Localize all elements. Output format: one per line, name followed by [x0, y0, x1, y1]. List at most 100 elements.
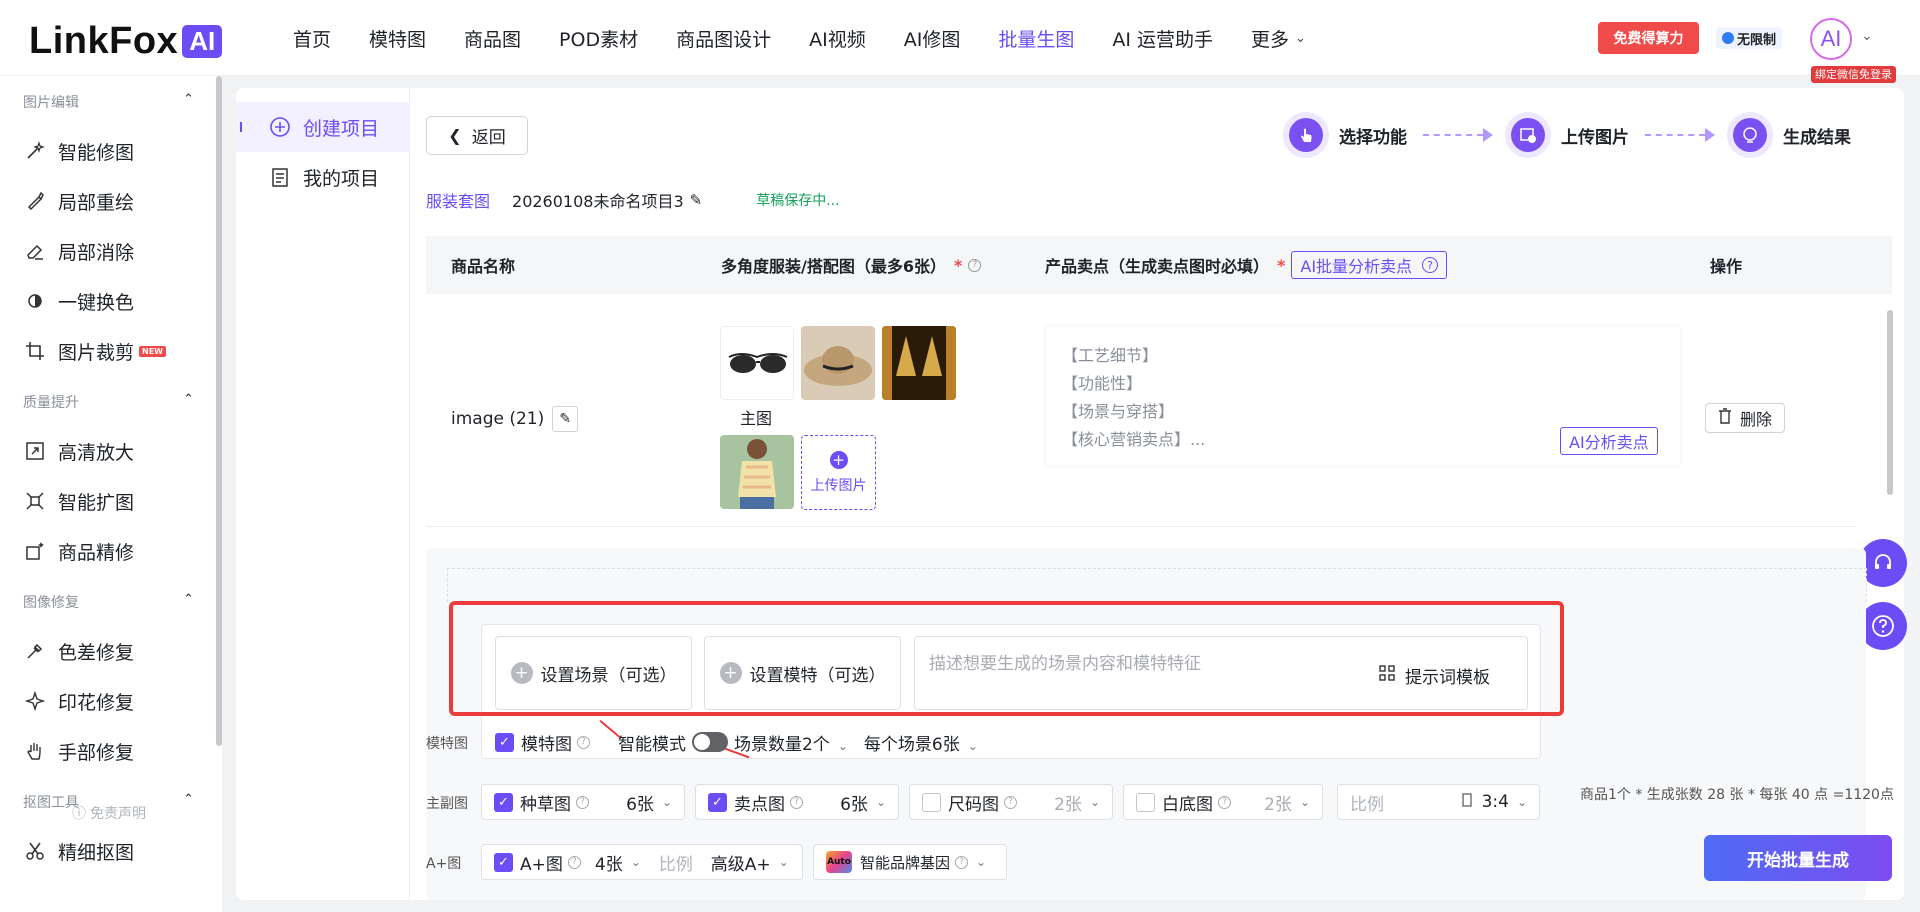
aplus-level: 高级A+ [710, 854, 771, 875]
help-button[interactable] [1859, 602, 1907, 650]
white-bg-option[interactable]: 白底图? 2张 ⌄ [1123, 784, 1323, 820]
white-bg-checkbox[interactable] [1136, 792, 1155, 812]
start-batch-generate-button[interactable]: 开始批量生成 [1704, 835, 1892, 881]
sidebar-item-recolor[interactable]: 一键换色 [24, 286, 134, 316]
nav-home[interactable]: 首页 [293, 25, 331, 52]
chevron-up-icon[interactable]: ⌃ [183, 792, 194, 807]
scene-count-label: 场景数量2个 [734, 734, 830, 755]
selling-image-option[interactable]: ✓ 卖点图? 6张 ⌄ [695, 784, 899, 820]
sidebar-item-print-fix[interactable]: 印花修复 [24, 686, 134, 716]
pencil-icon[interactable]: ✎ [552, 406, 579, 432]
linkfox-logo[interactable]: LinkFox AI [29, 20, 223, 63]
sidebar-item-expand[interactable]: 智能扩图 [24, 486, 134, 516]
subnav-my-projects[interactable]: 我的项目 [236, 152, 410, 202]
size-image-option[interactable]: 尺码图? 2张 ⌄ [909, 784, 1113, 820]
sidebar-item-label: 图片裁剪 [58, 341, 135, 364]
pencil-icon[interactable]: ✎ [690, 191, 703, 209]
nav-ai-retouch[interactable]: AI修图 [904, 25, 961, 52]
highlight-frame [449, 601, 1564, 716]
sidebar-item-upscale[interactable]: 高清放大 [24, 436, 134, 466]
sidebar-item-color-fix[interactable]: 色差修复 [24, 636, 134, 666]
chevron-down-icon: ⌄ [1299, 795, 1310, 809]
sidebar-item-cutout[interactable]: 精细抠图 [24, 836, 134, 866]
sidebar-item-label: 精细抠图 [58, 841, 135, 864]
sidebar-item-refine[interactable]: 商品精修 [24, 536, 134, 566]
seed-checkbox[interactable]: ✓ [494, 792, 513, 812]
selling-checkbox[interactable]: ✓ [708, 792, 727, 812]
aplus-checkbox[interactable]: ✓ [494, 852, 513, 872]
avatar[interactable]: AI [1810, 18, 1852, 60]
nav-ai-video[interactable]: AI视频 [809, 25, 866, 52]
scene-count-select[interactable]: 场景数量2个 ⌄ [734, 730, 848, 755]
header-selling-label: 产品卖点（生成卖点图时必填） [1045, 257, 1270, 276]
help-icon[interactable]: ? [1004, 795, 1017, 809]
table-scrollbar[interactable] [1887, 310, 1893, 495]
nav-product-design[interactable]: 商品图设计 [676, 25, 771, 52]
help-icon[interactable]: ? [955, 855, 969, 869]
row-label-main: 主副图 [426, 796, 468, 812]
portrait-ratio-icon [1461, 792, 1472, 812]
nav-model-image[interactable]: 模特图 [369, 25, 426, 52]
chevron-up-icon[interactable]: ⌃ [183, 392, 194, 407]
magic-wand-icon [24, 140, 46, 162]
step-label: 选择功能 [1339, 127, 1407, 148]
nav-pod[interactable]: POD素材 [559, 25, 638, 52]
brand-gene-option[interactable]: Auto 智能品牌基因? ⌄ [813, 844, 1007, 880]
bind-wechat-tip[interactable]: 绑定微信免登录 [1811, 66, 1896, 83]
product-thumbnail-top[interactable] [720, 435, 794, 509]
help-icon[interactable]: ? [790, 795, 803, 809]
top-header: LinkFox AI 首页 模特图 商品图 POD素材 商品图设计 AI视频 A… [0, 0, 1920, 83]
nav-ai-ops[interactable]: AI 运营助手 [1112, 25, 1213, 52]
sidebar-item-smart-retouch[interactable]: 智能修图 [24, 136, 134, 166]
plus-icon: + [829, 450, 848, 469]
sidebar-item-label: 高清放大 [58, 441, 135, 464]
sidebar-scrollbar[interactable] [216, 76, 222, 746]
dropper-icon [24, 640, 46, 662]
size-checkbox[interactable] [922, 792, 941, 812]
help-icon[interactable]: ? [968, 258, 982, 272]
product-thumbnail-earrings[interactable] [882, 326, 956, 400]
product-thumbnail-straw-hat[interactable] [801, 326, 875, 400]
subnav-create-project[interactable]: 创建项目 [236, 102, 410, 152]
ai-batch-analyze-button[interactable]: AI批量分析卖点? [1291, 251, 1448, 279]
seed-image-option[interactable]: ✓ 种草图? 6张 ⌄ [481, 784, 685, 820]
breadcrumb-link[interactable]: 服装套图 [426, 188, 490, 212]
required-mark: * [953, 255, 963, 275]
back-label: 返回 [471, 128, 506, 148]
unlimited-badge[interactable]: 无限制 [1716, 27, 1783, 49]
chevron-up-icon[interactable]: ⌃ [183, 92, 194, 107]
product-name-text: image (21) [451, 409, 545, 429]
per-scene-select[interactable]: 每个场景6张 ⌄ [864, 730, 978, 755]
sidebar-item-hand-fix[interactable]: 手部修复 [24, 736, 134, 766]
main-image-label: 主图 [740, 409, 773, 428]
row-label-aplus: A+图 [426, 856, 462, 872]
nav-product-image[interactable]: 商品图 [464, 25, 521, 52]
model-image-checkbox[interactable]: ✓ [495, 732, 514, 752]
ratio-select[interactable]: 比例 3:4 ⌄ [1337, 784, 1540, 820]
help-icon[interactable]: ? [567, 855, 581, 869]
back-button[interactable]: ❮ 返回 [426, 116, 528, 155]
help-icon[interactable]: ? [576, 795, 589, 809]
chevron-left-icon: ❮ [448, 126, 462, 145]
nav-more[interactable]: 更多 ⌄ [1251, 25, 1306, 52]
chevron-up-icon[interactable]: ⌃ [183, 592, 194, 607]
help-icon[interactable]: ? [1218, 795, 1231, 809]
crop-icon [24, 340, 46, 362]
disclaimer-link[interactable]: ⓘ 免责声明 [72, 803, 146, 823]
delete-button[interactable]: 删除 [1705, 403, 1785, 433]
ai-analyze-button[interactable]: AI分析卖点 [1560, 427, 1658, 455]
sidebar-item-erase[interactable]: 局部消除 [24, 236, 134, 266]
help-icon[interactable]: ? [577, 735, 590, 749]
aplus-option[interactable]: ✓ A+图? 4张 ⌄ 比例 高级A+ ⌄ [481, 844, 803, 880]
sidebar-item-inpaint[interactable]: 局部重绘 [24, 186, 134, 216]
help-icon[interactable]: ? [1422, 257, 1439, 273]
sidebar-item-crop[interactable]: 图片裁剪 NEW [24, 336, 166, 366]
smart-mode-toggle[interactable] [692, 732, 728, 752]
product-thumbnail-sunglasses[interactable] [720, 326, 794, 400]
nav-batch-generate[interactable]: 批量生图 [998, 25, 1074, 52]
upload-image-button[interactable]: + 上传图片 [801, 435, 876, 510]
free-credits-button[interactable]: 免费得算力 [1598, 22, 1699, 54]
header-images-label: 多角度服装/搭配图（最多6张） [721, 257, 946, 276]
chevron-down-icon[interactable]: ⌄ [1861, 28, 1873, 44]
selling-points-box[interactable]: 【工艺细节】 【功能性】 【场景与穿搭】 【核心营销卖点】... AI分析卖点 [1046, 326, 1680, 466]
